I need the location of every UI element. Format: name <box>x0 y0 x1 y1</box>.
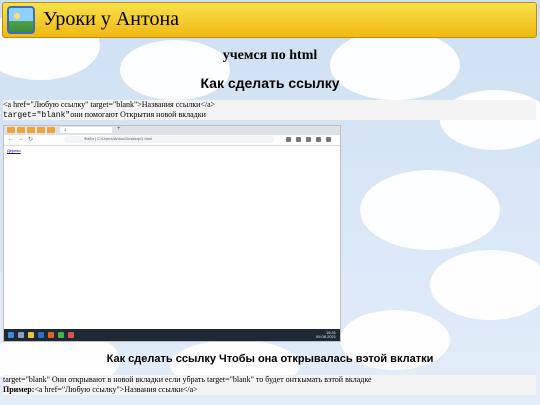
browser-tab-label: 1 <box>64 127 67 132</box>
browser-tab <box>27 127 35 133</box>
code-line: <a href="Любую ссылку" target="blank">На… <box>3 100 216 109</box>
site-title: Уроки у Антона <box>43 8 180 30</box>
section-heading-new-tab: Как сделать ссылку Чтобы она открывалась… <box>106 353 434 365</box>
app-icon <box>68 332 74 338</box>
folder-icon <box>28 332 34 338</box>
code-example: Пример:<a href="Любую ссылку">Названия с… <box>3 385 536 395</box>
browser-tab <box>7 127 15 133</box>
browser-tab <box>47 127 55 133</box>
forward-icon: → <box>18 136 24 142</box>
browser-icon <box>58 332 64 338</box>
extension-icon <box>286 137 291 142</box>
code-description: они помогают Открытия новой вкладки <box>70 110 206 119</box>
extension-icon <box>296 137 301 142</box>
extension-icon <box>306 137 311 142</box>
search-icon <box>18 332 24 338</box>
browser-tab <box>37 127 45 133</box>
browser-tab <box>17 127 25 133</box>
browser-page: Дерево <box>4 146 340 330</box>
code-line: target="blank"они помогают Открытия ново… <box>3 110 536 121</box>
picture-icon <box>7 6 35 34</box>
browser-address-bar: Файл | C:/Users/Anton/Desktop/1.html <box>64 136 274 143</box>
page-link: Дерево <box>7 148 21 153</box>
cloud <box>360 170 500 250</box>
code-block: <a href="Любую ссылку" target="blank">На… <box>3 100 536 120</box>
browser-url: Файл | C:/Users/Anton/Desktop/1.html <box>84 136 153 141</box>
code-explanation: target="blank" Они открывают в новой вкл… <box>3 375 372 384</box>
taskbar-date: 09.08.2021 <box>315 334 336 339</box>
new-tab-icon: + <box>117 126 121 132</box>
browser-toolbar: ← → ↻ Файл | C:/Users/Anton/Desktop/1.ht… <box>4 135 340 146</box>
section-heading: Как сделать ссылку <box>200 75 340 91</box>
app-icon <box>38 332 44 338</box>
cloud <box>430 250 540 320</box>
browser-screenshot: 1 + ← → ↻ Файл | C:/Users/Anton/Desktop/… <box>3 125 341 342</box>
back-icon: ← <box>8 136 14 142</box>
taskbar: 16:31 09.08.2021 <box>4 329 340 341</box>
site-header: Уроки у Антона <box>2 2 537 38</box>
menu-icon <box>326 137 331 142</box>
example-label: Пример: <box>3 385 35 394</box>
code-snippet: target="blank" <box>3 111 71 120</box>
browser-tab-bar: 1 + <box>4 126 340 135</box>
system-tray: 16:31 09.08.2021 <box>316 331 336 339</box>
app-icon <box>48 332 54 338</box>
code-block: target="blank" Они открывают в новой вкл… <box>3 375 536 395</box>
page-heading: учемся по html <box>222 48 318 63</box>
start-icon <box>8 332 14 338</box>
profile-icon <box>316 137 321 142</box>
reload-icon: ↻ <box>28 137 34 143</box>
example-code: <a href="Любую ссылку">Названия ссылки</… <box>34 385 198 394</box>
browser-tab-active <box>60 127 112 133</box>
